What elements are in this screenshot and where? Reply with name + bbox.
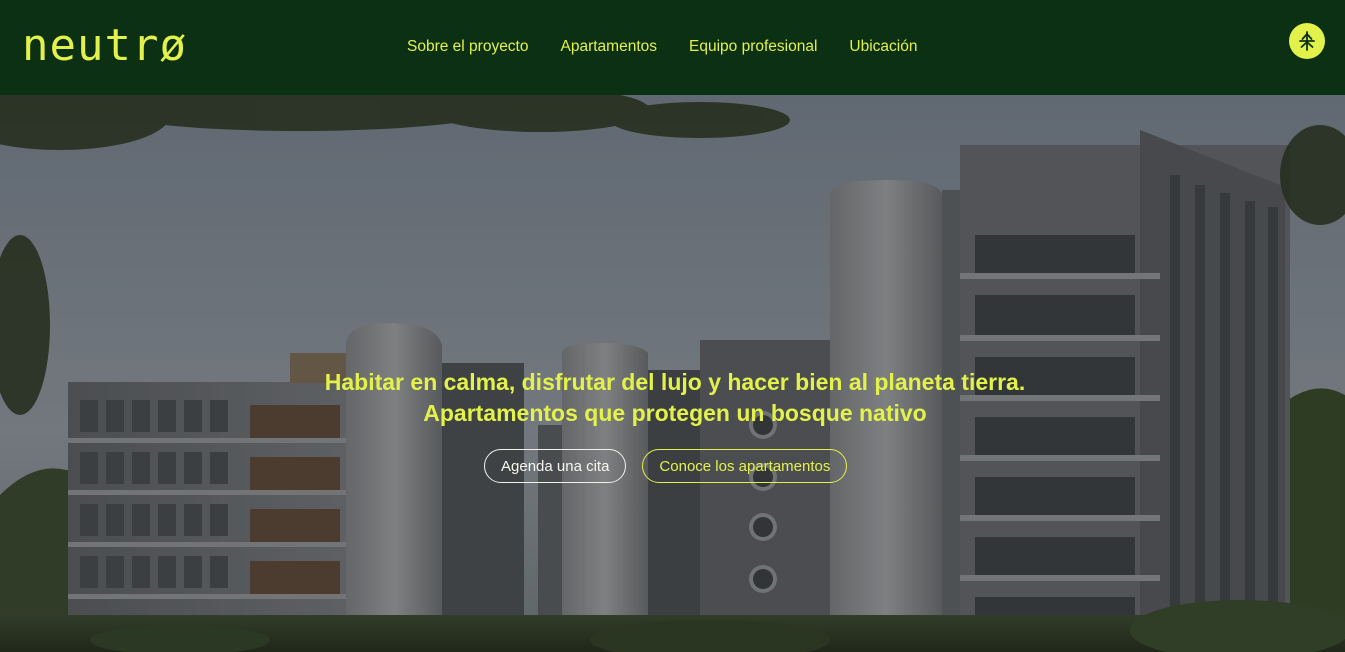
tree-menu-button[interactable] <box>1289 23 1325 59</box>
nav-link-sobre-el-proyecto[interactable]: Sobre el proyecto <box>407 38 529 56</box>
schedule-appointment-button[interactable]: Agenda una cita <box>484 449 627 483</box>
hero-headline-line2: Apartamentos que protegen un bosque nati… <box>423 400 927 426</box>
hero-section: Habitar en calma, disfrutar del lujo y h… <box>0 95 1345 652</box>
hero-headline: Habitar en calma, disfrutar del lujo y h… <box>0 367 1345 429</box>
nav-link-apartamentos[interactable]: Apartamentos <box>561 38 658 56</box>
nav-link-equipo-profesional[interactable]: Equipo profesional <box>689 38 817 56</box>
brand-logo[interactable]: neutrø <box>22 24 187 68</box>
hero-headline-line1: Habitar en calma, disfrutar del lujo y h… <box>324 369 1026 395</box>
tree-icon <box>1299 31 1315 51</box>
hero-cta-group: Agenda una cita Conoce los apartamentos <box>484 449 848 483</box>
site-header: neutrø Sobre el proyecto Apartamentos Eq… <box>0 0 1345 95</box>
nav-link-ubicacion[interactable]: Ubicación <box>849 38 917 56</box>
view-apartments-button[interactable]: Conoce los apartamentos <box>642 449 848 483</box>
main-nav: Sobre el proyecto Apartamentos Equipo pr… <box>407 38 917 56</box>
